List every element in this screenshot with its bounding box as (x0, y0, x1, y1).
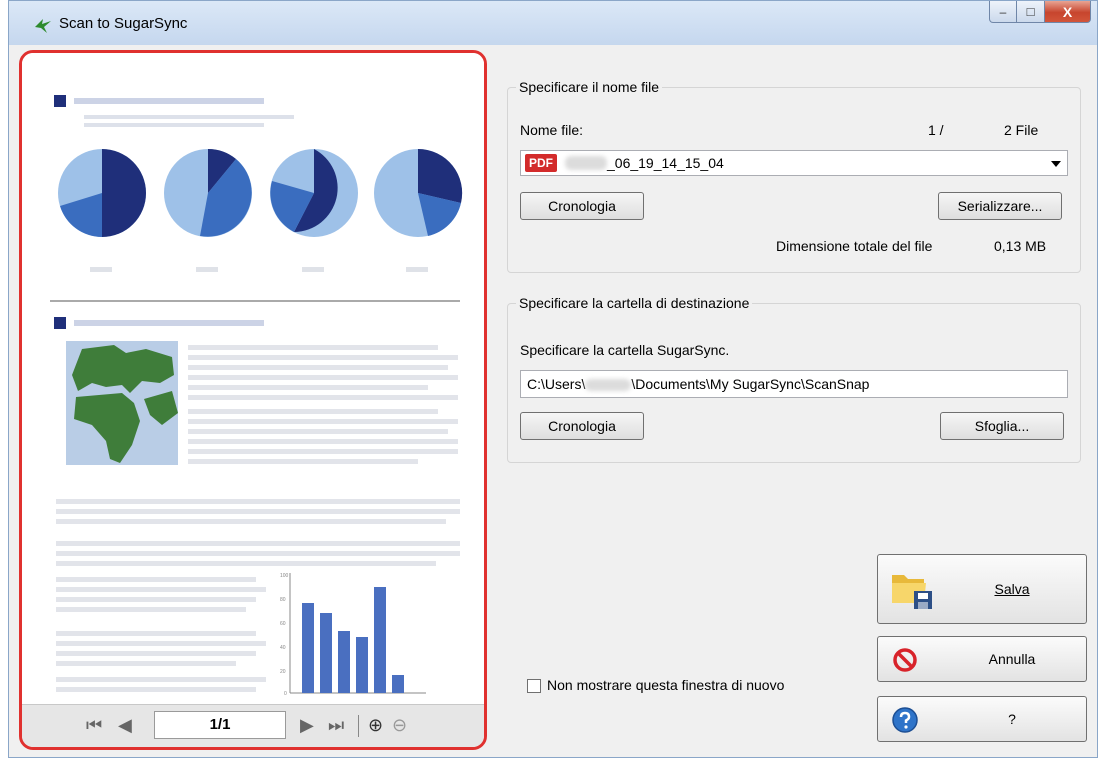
file-name-label: Nome file: (520, 122, 584, 138)
file-name-combobox[interactable]: PDF _06_19_14_15_04 (520, 150, 1068, 176)
title-bar: Scan to SugarSync – □ X (9, 1, 1097, 45)
maximize-button[interactable]: □ (1017, 1, 1045, 23)
pdf-file-icon: PDF (525, 154, 557, 172)
thumb-chart-tick-20: 20 (280, 669, 286, 675)
folder-path-start: C:\Users\ (527, 376, 586, 392)
file-name-value: _06_19_14_15_04 (607, 155, 724, 171)
file-name-group-legend: Specificare il nome file (516, 79, 663, 95)
first-page-icon[interactable]: ⏮ (86, 715, 102, 736)
page-indicator-field[interactable]: 1/1 (154, 711, 286, 739)
cancel-button[interactable]: Annulla (877, 636, 1087, 682)
client-area: 100 80 60 40 20 0 ⏮ ◀ 1/1 ▶ ⏭ ⊕ ⊖ Specif… (9, 45, 1097, 757)
scanned-page-image: 100 80 60 40 20 0 (22, 53, 484, 703)
redacted-text (565, 156, 607, 170)
save-button[interactable]: Salva (877, 554, 1087, 624)
thumb-chart-tick-0: 0 (284, 691, 287, 697)
thumb-chart-tick-100: 100 (280, 573, 289, 579)
help-button[interactable]: ? (877, 696, 1087, 742)
window-title: Scan to SugarSync (59, 15, 188, 32)
folder-history-button[interactable]: Cronologia (520, 412, 644, 440)
sugarsync-logo-icon (35, 19, 51, 33)
total-size-value: 0,13 MB (994, 238, 1047, 254)
file-name-group: Specificare il nome file Nome file: 1 / … (507, 79, 1081, 273)
redacted-username (585, 379, 632, 391)
last-page-icon[interactable]: ⏭ (328, 715, 344, 736)
zoom-out-icon[interactable]: ⊖ (392, 715, 407, 736)
maximize-icon: □ (1026, 4, 1035, 19)
dropdown-arrow-icon[interactable] (1051, 161, 1061, 167)
total-size-label: Dimensione totale del file (776, 238, 933, 254)
pie-chart-4 (374, 148, 463, 237)
thumb-chart-tick-60: 60 (280, 621, 286, 627)
serialize-button[interactable]: Serializzare... (938, 192, 1062, 220)
toolbar-separator (358, 715, 359, 737)
destination-folder-group-legend: Specificare la cartella di destinazione (516, 295, 753, 311)
close-icon: X (1062, 3, 1073, 20)
page-navigation-bar: ⏮ ◀ 1/1 ▶ ⏭ ⊕ ⊖ (22, 704, 484, 747)
destination-folder-group: Specificare la cartella di destinazione … (507, 295, 1081, 463)
pie-chart-3 (270, 149, 358, 237)
previous-page-icon[interactable]: ◀ (118, 715, 132, 736)
minimize-button[interactable]: – (989, 1, 1017, 23)
next-page-icon[interactable]: ▶ (300, 715, 314, 736)
file-history-button[interactable]: Cronologia (520, 192, 644, 220)
folder-path-field[interactable]: C:\Users\ \Documents\My SugarSync\ScanSna… (520, 370, 1068, 398)
thumb-chart-tick-80: 80 (280, 597, 286, 603)
file-counter-current: 1 / (928, 122, 944, 138)
dont-show-again-checkbox[interactable] (527, 679, 541, 693)
help-icon (892, 707, 918, 733)
sugarsync-folder-prompt: Specificare la cartella SugarSync. (520, 342, 730, 358)
scan-preview-pane[interactable]: 100 80 60 40 20 0 ⏮ ◀ 1/1 ▶ ⏭ ⊕ ⊖ (19, 50, 487, 750)
folder-path-end: \Documents\My SugarSync\ScanSnap (631, 376, 870, 392)
caption-buttons: – □ X (989, 1, 1091, 23)
app-window: Scan to SugarSync – □ X 100 80 60 40 20 … (8, 0, 1098, 758)
zoom-in-icon[interactable]: ⊕ (368, 715, 383, 736)
world-map-image (66, 341, 178, 465)
close-button[interactable]: X (1045, 1, 1091, 23)
dont-show-again-label[interactable]: Non mostrare questa finestra di nuovo (547, 677, 784, 693)
help-button-label: ? (1008, 711, 1016, 727)
pie-chart-2 (164, 148, 252, 237)
folder-save-icon (892, 575, 932, 609)
file-counter-total: 2 File (1004, 122, 1039, 138)
minimize-icon: – (999, 4, 1007, 19)
browse-button[interactable]: Sfoglia... (940, 412, 1064, 440)
cancel-button-label: Annulla (988, 651, 1036, 667)
pie-chart-1 (58, 149, 146, 237)
thumb-chart-tick-40: 40 (280, 645, 286, 651)
save-button-label: Salva (994, 581, 1030, 597)
cancel-icon (893, 648, 917, 672)
